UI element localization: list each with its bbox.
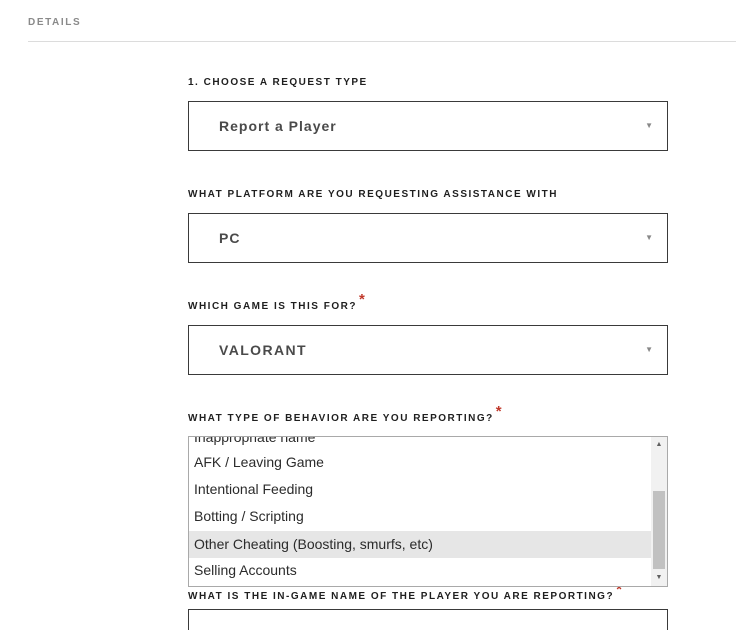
list-item-highlighted[interactable]: Other Cheating (Boosting, smurfs, etc) — [189, 531, 651, 558]
caret-down-icon: ▼ — [645, 345, 653, 354]
game-label: WHICH GAME IS THIS FOR? * — [188, 291, 365, 313]
list-item-label: Other Cheating (Boosting, smurfs, etc) — [194, 536, 433, 552]
listbox-scrollbar[interactable]: ▲ ▼ — [651, 437, 667, 586]
required-asterisk: * — [358, 291, 365, 308]
game-value: VALORANT — [219, 342, 307, 358]
request-type-label: 1. CHOOSE A REQUEST TYPE — [188, 77, 368, 88]
list-item-label: Inappropriate name — [194, 436, 316, 445]
player-name-label-text: WHAT IS THE IN-GAME NAME OF THE PLAYER Y… — [188, 591, 615, 602]
list-item-label: Selling Accounts — [194, 562, 297, 578]
player-name-input[interactable] — [188, 609, 668, 630]
game-select[interactable]: VALORANT ▼ — [188, 325, 668, 375]
request-type-label-text: 1. CHOOSE A REQUEST TYPE — [188, 77, 368, 88]
platform-value: PC — [219, 230, 241, 246]
caret-down-icon: ▼ — [645, 121, 653, 130]
scroll-up-arrow-icon[interactable]: ▲ — [651, 437, 667, 453]
platform-select[interactable]: PC ▼ — [188, 213, 668, 263]
player-name-label: WHAT IS THE IN-GAME NAME OF THE PLAYER Y… — [188, 581, 622, 603]
platform-label: WHAT PLATFORM ARE YOU REQUESTING ASSISTA… — [188, 189, 558, 200]
list-item[interactable]: Intentional Feeding — [189, 476, 651, 503]
caret-down-icon: ▼ — [645, 233, 653, 242]
behavior-label-text: WHAT TYPE OF BEHAVIOR ARE YOU REPORTING? — [188, 413, 494, 424]
behavior-label: WHAT TYPE OF BEHAVIOR ARE YOU REPORTING?… — [188, 403, 502, 425]
request-type-value: Report a Player — [219, 118, 337, 134]
list-item[interactable]: Selling Accounts — [189, 557, 651, 584]
behavior-listbox[interactable]: Inappropriate name AFK / Leaving Game In… — [188, 436, 668, 587]
list-item-label: AFK / Leaving Game — [194, 454, 324, 470]
request-type-select[interactable]: Report a Player ▼ — [188, 101, 668, 151]
section-divider — [28, 41, 736, 42]
list-item[interactable]: Botting / Scripting — [189, 503, 651, 530]
game-label-text: WHICH GAME IS THIS FOR? — [188, 301, 357, 312]
scroll-thumb[interactable] — [653, 491, 665, 569]
list-item-label: Botting / Scripting — [194, 508, 304, 524]
section-title: DETAILS — [28, 17, 82, 28]
list-item-label: Intentional Feeding — [194, 481, 314, 497]
list-item[interactable]: AFK / Leaving Game — [189, 449, 651, 476]
required-asterisk: * — [495, 403, 502, 420]
scroll-down-arrow-icon[interactable]: ▼ — [651, 570, 667, 586]
platform-label-text: WHAT PLATFORM ARE YOU REQUESTING ASSISTA… — [188, 189, 558, 200]
